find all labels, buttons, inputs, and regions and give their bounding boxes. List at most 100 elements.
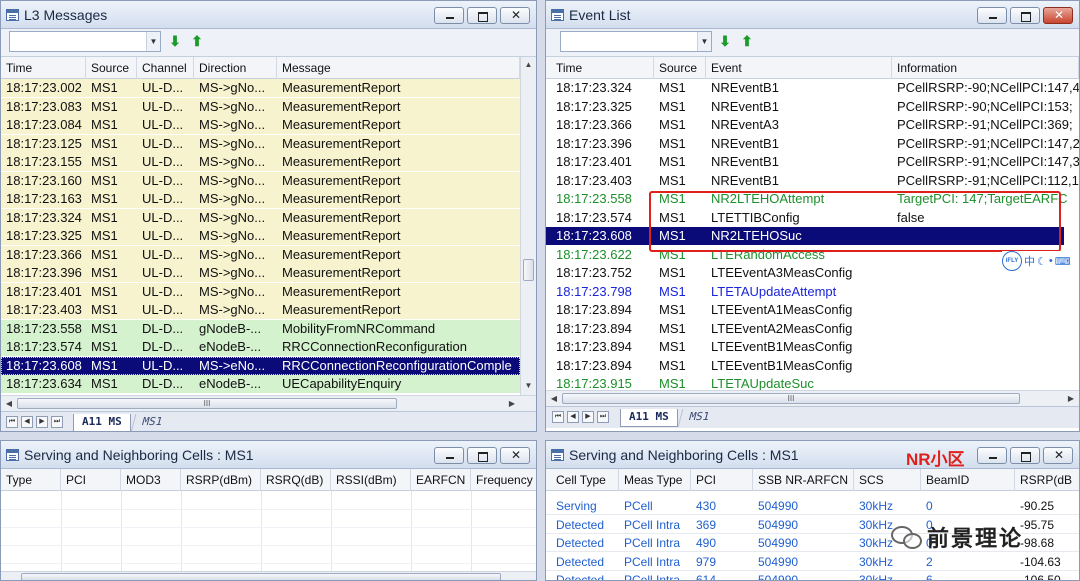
maximize-button[interactable]: [1010, 447, 1040, 464]
column-header-source[interactable]: Source: [654, 57, 706, 79]
table-row[interactable]: 18:17:23.403 MS1 UL-D... MS->gNo... Measurem…: [1, 301, 520, 319]
table-row[interactable]: 18:17:23.401 MS1 UL-D... MS->gNo... Measurem…: [1, 282, 520, 301]
table-row[interactable]: 18:17:23.324 MS1 UL-D... MS->gNo... Measurem…: [1, 208, 520, 227]
list-item[interactable]: 18:17:23.894 MS1 LTEEventB1MeasConfig: [546, 338, 1064, 356]
table-row[interactable]: 18:17:23.155 MS1 UL-D... MS->gNo... Measurem…: [1, 153, 520, 171]
scroll-thumb[interactable]: [21, 573, 501, 580]
list-item[interactable]: 18:17:23.894 MS1 LTEEventA1MeasConfig: [546, 301, 1064, 319]
scroll-thumb[interactable]: III: [17, 398, 397, 409]
table-row[interactable]: 18:17:23.125 MS1 UL-D... MS->gNo... Measurem…: [1, 134, 520, 153]
scroll-left-icon[interactable]: ◀: [546, 391, 562, 406]
tab-ms1[interactable]: MS1: [677, 409, 720, 427]
tab-all-ms[interactable]: A11 MS: [620, 409, 678, 427]
scroll-thumb[interactable]: III: [562, 393, 1020, 404]
column-header-pci[interactable]: PCI: [61, 469, 121, 491]
chevron-down-icon[interactable]: ▼: [146, 32, 160, 51]
arrow-down-icon[interactable]: ⬇: [167, 33, 183, 49]
events-horizontal-scrollbar[interactable]: ◀ III ▶: [546, 390, 1079, 406]
column-header-message[interactable]: Message: [277, 57, 520, 79]
column-header-mod3[interactable]: MOD3: [121, 469, 181, 491]
minimize-button[interactable]: [977, 7, 1007, 24]
column-header-type[interactable]: Type: [1, 469, 61, 491]
column-header-rsrq[interactable]: RSRQ(dB): [261, 469, 331, 491]
list-item[interactable]: 18:17:23.403 MS1 NREventB1 PCellRSRP:-91;NC…: [546, 171, 1079, 190]
list-item[interactable]: 18:17:23.324 MS1 NREventB1 PCellRSRP:-90;NC…: [546, 79, 1079, 97]
list-item[interactable]: 18:17:23.558 MS1 NR2LTEHOAttempt TargetPCI:…: [546, 190, 1068, 208]
column-header-pci[interactable]: PCI: [691, 469, 753, 491]
events-filter-combobox[interactable]: ▼: [560, 31, 712, 52]
next-tab-icon[interactable]: ▶: [582, 411, 594, 423]
list-item[interactable]: 18:17:23.622 MS1 LTERandomAccess: [546, 245, 1064, 264]
table-row[interactable]: 18:17:23.084 MS1 UL-D... MS->gNo... Measurem…: [1, 116, 520, 134]
ime-mode-label[interactable]: 中: [1024, 253, 1035, 269]
l3-vertical-scrollbar[interactable]: ▲ ▼: [520, 57, 536, 395]
table-row[interactable]: 18:17:23.325 MS1 UL-D... MS->gNo... Measurem…: [1, 227, 520, 245]
table-row[interactable]: 18:17:23.002 MS1 UL-D... MS->gNo... Measurem…: [1, 79, 520, 97]
list-item[interactable]: 18:17:23.894 MS1 LTEEventB1MeasConfig: [546, 356, 1064, 375]
chevron-down-icon[interactable]: ▼: [697, 32, 711, 51]
keyboard-icon[interactable]: ⌨: [1055, 255, 1071, 268]
column-header-time[interactable]: Time: [1, 57, 86, 79]
list-item[interactable]: 18:17:23.396 MS1 NREventB1 PCellRSRP:-91;NC…: [546, 134, 1079, 153]
prev-tab-icon[interactable]: ◀: [567, 411, 579, 423]
table-row[interactable]: 18:17:23.160 MS1 UL-D... MS->gNo... Measurem…: [1, 171, 520, 190]
column-header-meas-type[interactable]: Meas Type: [619, 469, 691, 491]
last-tab-icon[interactable]: ⏭: [51, 416, 63, 428]
next-tab-icon[interactable]: ▶: [36, 416, 48, 428]
list-item[interactable]: 18:17:23.574 MS1 LTETTIBConfig false: [546, 208, 1064, 227]
list-item[interactable]: 18:17:23.325 MS1 NREventB1 PCellRSRP:-90;NC…: [546, 97, 1073, 116]
arrow-up-icon[interactable]: ⬆: [739, 33, 755, 49]
prev-tab-icon[interactable]: ◀: [21, 416, 33, 428]
list-item[interactable]: 18:17:23.798 MS1 LTETAUpdateAttempt: [546, 282, 1064, 301]
arrow-down-icon[interactable]: ⬇: [717, 33, 733, 49]
table-row[interactable]: 18:17:23.083 MS1 UL-D... MS->gNo... Measurem…: [1, 97, 520, 116]
table-row[interactable]: 18:17:23.396 MS1 UL-D... MS->gNo... Measurem…: [1, 264, 520, 282]
column-header-source[interactable]: Source: [86, 57, 137, 79]
tab-all-ms[interactable]: A11 MS: [73, 414, 131, 431]
table-row[interactable]: 18:17:23.558 MS1 DL-D... gNodeB-... Mobility…: [1, 319, 520, 338]
table-row[interactable]: Detected PCell Intra 979 504990 30kHz 2 -104.6…: [546, 553, 1079, 571]
moon-icon[interactable]: ☾: [1037, 255, 1047, 268]
comma-icon[interactable]: •: [1049, 255, 1053, 267]
first-tab-icon[interactable]: ⏮: [552, 411, 564, 423]
close-button[interactable]: [500, 447, 530, 464]
column-header-rssi[interactable]: RSSI(dBm): [331, 469, 411, 491]
column-header-ssb-nr-arfcn[interactable]: SSB NR-ARFCN: [753, 469, 854, 491]
first-tab-icon[interactable]: ⏮: [6, 416, 18, 428]
column-header-scs[interactable]: SCS: [854, 469, 921, 491]
scroll-right-icon[interactable]: ▶: [1063, 391, 1079, 406]
scroll-up-icon[interactable]: ▲: [521, 57, 536, 73]
l3-filter-combobox[interactable]: ▼: [9, 31, 161, 52]
lte-horizontal-scrollbar[interactable]: [1, 571, 536, 580]
ifly-ime-toolbar[interactable]: iFLY 中 ☾ • ⌨: [1002, 251, 1071, 271]
minimize-button[interactable]: [434, 7, 464, 24]
list-item[interactable]: 18:17:23.894 MS1 LTEEventA2MeasConfig: [546, 319, 1064, 338]
table-row[interactable]: Detected PCell Intra 614 504990 30kHz 6 -106.5…: [546, 571, 1079, 580]
column-header-event[interactable]: Event: [706, 57, 892, 79]
column-header-rsrp[interactable]: RSRP(dBm): [181, 469, 261, 491]
nr-cells-titlebar[interactable]: Serving and Neighboring Cells : MS1: [546, 441, 1079, 469]
list-item[interactable]: 18:17:23.608 MS1 NR2LTEHOSuc: [546, 227, 1064, 245]
column-header-rsrp[interactable]: RSRP(dB: [1015, 469, 1079, 491]
list-item[interactable]: 18:17:23.366 MS1 NREventA3 PCellRSRP:-91;NC…: [546, 116, 1073, 134]
last-tab-icon[interactable]: ⏭: [597, 411, 609, 423]
list-item[interactable]: 18:17:23.752 MS1 LTEEventA3MeasConfig: [546, 264, 1064, 282]
minimize-button[interactable]: [977, 447, 1007, 464]
lte-cells-titlebar[interactable]: Serving and Neighboring Cells : MS1: [1, 441, 536, 469]
maximize-button[interactable]: [467, 7, 497, 24]
events-titlebar[interactable]: Event List: [546, 1, 1079, 29]
table-row[interactable]: 18:17:23.608 MS1 UL-D... MS->eNo... RRCConne…: [1, 356, 520, 375]
column-header-earfcn[interactable]: EARFCN: [411, 469, 471, 491]
column-header-time[interactable]: Time: [551, 57, 654, 79]
column-header-channel[interactable]: Channel: [137, 57, 194, 79]
column-header-information[interactable]: Information: [892, 57, 1079, 79]
close-button[interactable]: [500, 7, 530, 24]
close-button[interactable]: [1043, 7, 1073, 24]
scroll-right-icon[interactable]: ▶: [504, 396, 520, 411]
table-row[interactable]: 18:17:23.634 MS1 DL-D... eNodeB-... UECapabi…: [1, 375, 520, 393]
maximize-button[interactable]: [1010, 7, 1040, 24]
scroll-left-icon[interactable]: ◀: [1, 396, 17, 411]
list-item[interactable]: 18:17:23.401 MS1 NREventB1 PCellRSRP:-91;NC…: [546, 153, 1079, 171]
column-header-direction[interactable]: Direction: [194, 57, 277, 79]
scroll-thumb[interactable]: [523, 259, 534, 281]
